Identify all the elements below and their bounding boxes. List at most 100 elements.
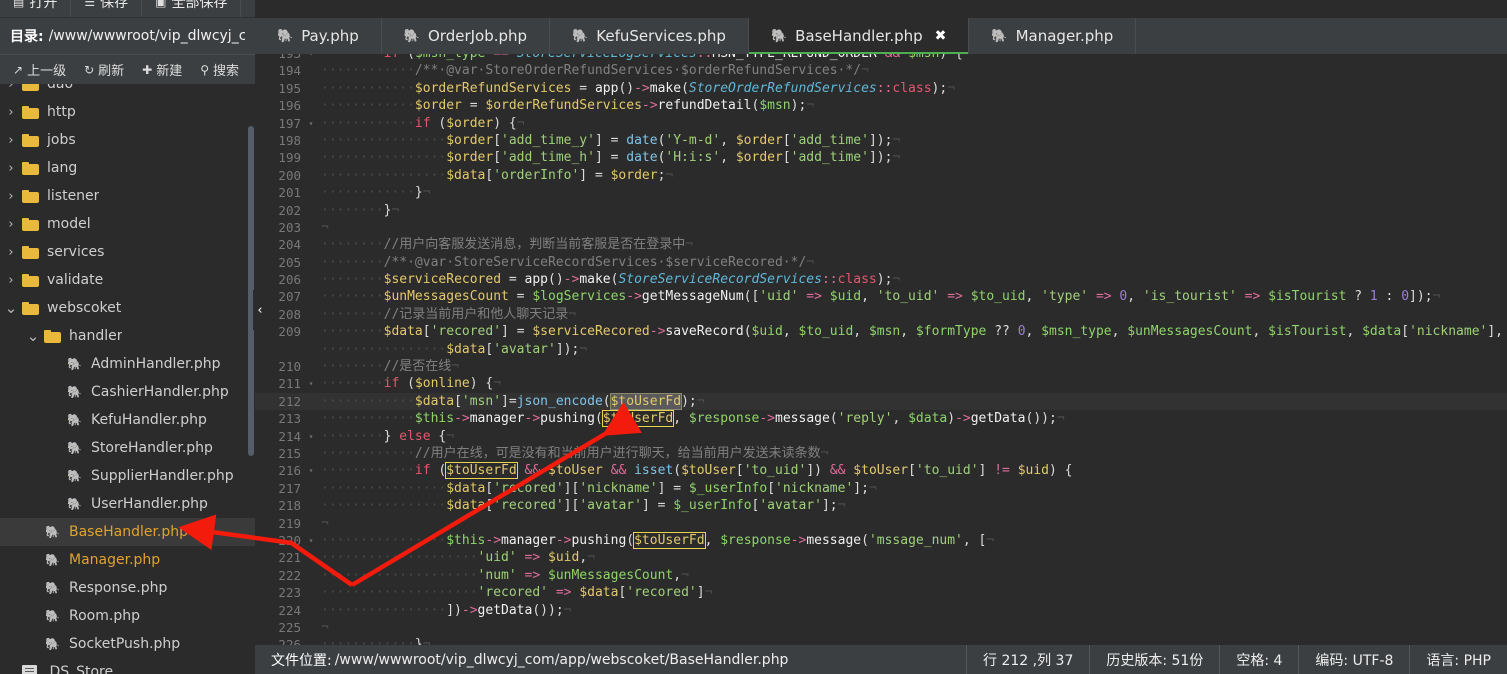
code-line-196[interactable]: 196 ············$order = $orderRefundServ…: [255, 97, 1507, 114]
code-line-224[interactable]: 224 ················])->getData());¬: [255, 602, 1507, 619]
code-line-206[interactable]: 206 ········$serviceRecored = app()->make…: [255, 271, 1507, 288]
tree-item-jobs[interactable]: › jobs: [0, 126, 255, 154]
code-line-211[interactable]: 211 ▾ ········if ($online) {¬: [255, 375, 1507, 392]
tree-item-.DS_Store[interactable]: .DS_Store: [0, 658, 255, 674]
code-line-226[interactable]: 226 ············}¬: [255, 636, 1507, 645]
code-fold-marker[interactable]: ▾: [305, 115, 317, 132]
tree-item-lang[interactable]: › lang: [0, 154, 255, 182]
code-line-201[interactable]: 201 ············}¬: [255, 184, 1507, 201]
code-line-214[interactable]: 214 ▾ ········} else {¬: [255, 428, 1507, 445]
status-cell-2[interactable]: 历史版本: 51份: [1089, 645, 1219, 674]
tree-item-KefuHandler.php[interactable]: 🐘 KefuHandler.php: [0, 406, 255, 434]
editor-tab-OrderJob.php[interactable]: 🐘 OrderJob.php: [382, 18, 551, 54]
tree-item-model[interactable]: › model: [0, 210, 255, 238]
code-line-195[interactable]: 195 ············$orderRefundServices = ap…: [255, 80, 1507, 97]
code-line-207[interactable]: 207 ········$unMessagesCount = $logServic…: [255, 288, 1507, 305]
tree-item-services[interactable]: › services: [0, 238, 255, 266]
code-token: 'recored': [477, 585, 548, 601]
code-token: ········: [321, 54, 384, 61]
code-line-221[interactable]: 221 ····················'uid' => $uid,¬: [255, 549, 1507, 566]
code-line-208[interactable]: 208 ········//记录当前用户和他人聊天记录¬: [255, 306, 1507, 323]
code-line-210[interactable]: 210 ········//是否在线¬: [255, 358, 1507, 375]
tree-item-BaseHandler.php[interactable]: 🐘 BaseHandler.php: [0, 518, 255, 546]
editor-tab-label: BaseHandler.php: [795, 27, 923, 45]
code-line-199[interactable]: 199 ················$order['add_time_h'] …: [255, 149, 1507, 166]
toolbar-item-1[interactable]: ▤ 打开: [0, 0, 72, 17]
code-line-215[interactable]: 215 ············//用户在线，可是没有和当前用户进行聊天，给当前用…: [255, 445, 1507, 462]
chevron-right-icon[interactable]: ›: [0, 84, 22, 91]
toolbar-item-3[interactable]: ▣ 全部保存: [142, 0, 242, 17]
tree-item-http[interactable]: › http: [0, 98, 255, 126]
code-fold-marker[interactable]: ▾: [305, 375, 317, 392]
code-line-217[interactable]: 217 ················$data['recored']['nic…: [255, 480, 1507, 497]
code-line-193[interactable]: 193 ▾ ········if ($msn_type == StoreServic…: [255, 54, 1507, 62]
chevron-down-icon[interactable]: ⌄: [22, 329, 44, 344]
chevron-right-icon[interactable]: ›: [0, 190, 22, 203]
editor-tab-Pay.php[interactable]: 🐘 Pay.php: [255, 18, 382, 54]
code-line-216[interactable]: 216 ▾ ············if ($toUserFd && $toUser…: [255, 462, 1507, 480]
status-cell-4[interactable]: 编码: UTF-8: [1298, 645, 1409, 674]
code-line-222[interactable]: 222 ····················'num' => $unMessa…: [255, 567, 1507, 584]
code-line-212[interactable]: 212 ············$data['msn']=json_encode(…: [255, 392, 1507, 411]
code-line-197[interactable]: 197 ▾ ············if ($order) {¬: [255, 115, 1507, 132]
tree-item-dao[interactable]: › dao: [0, 84, 255, 98]
chevron-right-icon[interactable]: ›: [0, 274, 22, 287]
status-cell-1[interactable]: 行 212 ,列 37: [966, 645, 1089, 674]
code-line-203[interactable]: 203 ¬: [255, 219, 1507, 236]
code-line-220[interactable]: 220 ▾ ················$this->manager->push…: [255, 531, 1507, 549]
code-fold-marker[interactable]: ▾: [305, 462, 317, 479]
tree-item-validate[interactable]: › validate: [0, 266, 255, 294]
sidebar-action-刷新[interactable]: ↻ 刷新: [75, 55, 133, 85]
tree-item-handler[interactable]: ⌄ handler: [0, 322, 255, 350]
chevron-right-icon[interactable]: ›: [0, 134, 22, 147]
tree-item-SupplierHandler.php[interactable]: 🐘 SupplierHandler.php: [0, 462, 255, 490]
code-line-225[interactable]: 225 ¬: [255, 619, 1507, 636]
chevron-right-icon[interactable]: ›: [0, 162, 22, 175]
code-line-cont[interactable]: ················$data['avatar']);¬: [255, 341, 1507, 358]
chevron-right-icon[interactable]: ›: [0, 218, 22, 231]
tree-item-UserHandler.php[interactable]: 🐘 UserHandler.php: [0, 490, 255, 518]
sidebar-action-新建[interactable]: ✚ 新建: [133, 55, 191, 85]
tree-item-Response.php[interactable]: 🐘 Response.php: [0, 574, 255, 602]
editor-tab-BaseHandler.php[interactable]: 🐘 BaseHandler.php ✖: [748, 18, 970, 54]
code-fold-marker[interactable]: ▾: [305, 54, 317, 62]
tree-item-webscoket[interactable]: ⌄ webscoket: [0, 294, 255, 322]
editor-tab-Manager.php[interactable]: 🐘 Manager.php: [969, 18, 1137, 54]
chevron-right-icon[interactable]: ›: [0, 106, 22, 119]
editor-tab-KefuServices.php[interactable]: 🐘 KefuServices.php: [550, 18, 749, 54]
tree-item-listener[interactable]: › listener: [0, 182, 255, 210]
code-viewport[interactable]: 193▾········if ($msn_type == StoreServic…: [255, 54, 1507, 645]
tree-item-StoreHandler.php[interactable]: 🐘 StoreHandler.php: [0, 434, 255, 462]
status-cell-5[interactable]: 语言: PHP: [1409, 645, 1507, 674]
close-icon[interactable]: ✖: [935, 28, 947, 44]
code-line-198[interactable]: 198 ················$order['add_time_y'] …: [255, 132, 1507, 149]
code-line-194[interactable]: 194 ············/**·@var·StoreOrderRefund…: [255, 62, 1507, 79]
tree-item-AdminHandler.php[interactable]: 🐘 AdminHandler.php: [0, 350, 255, 378]
code-token: $serviceRecored: [532, 324, 650, 340]
tree-item-Manager.php[interactable]: 🐘 Manager.php: [0, 546, 255, 574]
code-line-213[interactable]: 213 ············$this->manager->pushing($…: [255, 410, 1507, 428]
tree-item-SocketPush.php[interactable]: 🐘 SocketPush.php: [0, 630, 255, 658]
code-line-219[interactable]: 219 ¬: [255, 515, 1507, 532]
toolbar-item-2[interactable]: ☰ 保存: [71, 0, 143, 17]
code-line-202[interactable]: 202 ········}¬: [255, 202, 1507, 219]
code-line-223[interactable]: 223 ····················'recored' => $dat…: [255, 584, 1507, 601]
directory-path[interactable]: /www/wwwroot/vip_dlwcyj_com/a: [49, 28, 245, 44]
code-line-209[interactable]: 209 ········$data['recored'] = $serviceRe…: [255, 323, 1507, 340]
tree-item-CashierHandler.php[interactable]: 🐘 CashierHandler.php: [0, 378, 255, 406]
status-cell-3[interactable]: 空格: 4: [1219, 645, 1298, 674]
code-fold-marker[interactable]: ▾: [305, 532, 317, 549]
chevron-down-icon[interactable]: ⌄: [0, 301, 22, 316]
code-fold-marker[interactable]: ▾: [305, 428, 317, 445]
sidebar-action-上一级[interactable]: ↗ 上一级: [4, 55, 75, 85]
code-line-200[interactable]: 200 ················$data['orderInfo'] = …: [255, 167, 1507, 184]
code-line-204[interactable]: 204 ········//用户向客服发送消息，判断当前客服是否在登录中¬: [255, 236, 1507, 253]
chevron-right-icon[interactable]: ›: [0, 246, 22, 259]
tree-item-Room.php[interactable]: 🐘 Room.php: [0, 602, 255, 630]
code-line-218[interactable]: 218 ················$data['recored']['ava…: [255, 497, 1507, 514]
line-number: 223: [278, 585, 301, 601]
code-token: ¬: [704, 585, 713, 601]
sidebar-action-搜索[interactable]: ⚲ 搜索: [191, 55, 248, 85]
code-line-205[interactable]: 205 ········/**·@var·StoreServiceRecordSe…: [255, 254, 1507, 271]
